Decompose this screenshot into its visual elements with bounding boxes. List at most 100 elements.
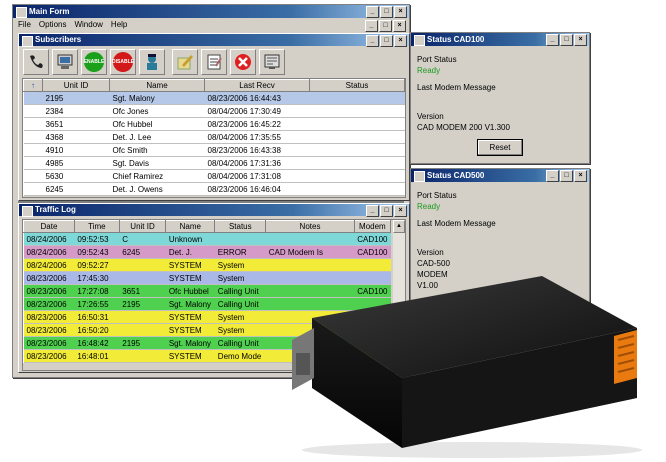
disable-icon-label: DISABLE [112,59,134,65]
col-time[interactable]: Time [73,220,120,233]
cell-time: 16:48:42 [74,336,120,350]
cell-time: 09:52:43 [74,245,120,259]
cell-name: SYSTEM [165,258,215,272]
status-cad100-titlebar[interactable]: Status CAD100 _ □ × [411,33,589,46]
cell-name: Sgt. Davis [109,156,205,170]
notes-button[interactable] [201,49,227,75]
col-name[interactable]: Name [109,79,205,92]
cell-status [309,156,405,170]
cell-name: SYSTEM [165,271,215,285]
cell-unit-id: 4910 [42,143,110,157]
subscribers-maximize-button[interactable]: □ [380,35,393,47]
status-cad500-close-button[interactable]: × [574,170,587,182]
traffic-log-minimize-button[interactable]: _ [366,205,379,217]
traffic-log-maximize-button[interactable]: □ [380,205,393,217]
cell-name: SYSTEM [165,310,215,324]
traffic-log-title: Traffic Log [35,205,76,214]
status-cad100-minimize-button[interactable]: _ [546,34,559,46]
status-cad500-maximize-button[interactable]: □ [560,170,573,182]
cell-date: 08/23/2006 [23,349,75,363]
version-label: Version [417,112,444,121]
port-status-value: Ready [417,202,441,211]
sort-indicator[interactable]: ↑ [23,79,43,92]
subscribers-title: Subscribers [35,35,82,44]
cell-unit-id [119,323,166,337]
mdi-minimize-button[interactable]: _ [365,20,378,32]
cell-unit-id [119,310,166,324]
col-modem[interactable]: Modem [353,220,392,233]
col-notes[interactable]: Notes [265,220,355,233]
dial-button[interactable] [23,49,49,75]
monitor-button[interactable] [259,49,285,75]
delete-button[interactable] [230,49,256,75]
cell-status: Calling Unit [214,336,266,350]
menu-options[interactable]: Options [39,19,67,31]
cell-status [309,117,405,131]
port-status-label: Port Status [417,55,457,64]
log-row[interactable]: 08/24/2006 09:52:43 6245 Det. J. ERROR CAD Mo… [23,245,391,259]
reset-button[interactable]: Reset [476,139,524,156]
computer-button[interactable] [52,49,78,75]
status-cad100-body: Port Status Ready Last Modem Message Ver… [411,46,589,160]
last-modem-message-label: Last Modem Message [417,83,496,92]
minimize-button[interactable]: _ [366,6,379,18]
col-status[interactable]: Status [309,79,405,92]
table-row[interactable]: 6245 Det. J. Owens 08/23/2006 16:46:04 [23,182,405,196]
table-row[interactable]: 4368 Det. J. Lee 08/04/2006 17:35:55 [23,130,405,144]
menu-file[interactable]: File [18,19,31,31]
enable-button[interactable]: ENABLE [81,49,107,75]
table-row[interactable]: 3651 Ofc Hubbel 08/23/2006 16:45:22 [23,117,405,131]
cell-time: 17:45:30 [74,271,120,285]
traffic-log-header-row: Date Time Unit ID Name Status Notes Mode… [23,220,392,233]
close-button[interactable]: × [394,6,407,18]
col-date[interactable]: Date [23,220,75,233]
cell-name: Det. J. [165,245,215,259]
col-name[interactable]: Name [165,220,216,233]
scroll-up-arrow-icon[interactable]: ▲ [393,220,405,233]
status-cad500-titlebar[interactable]: Status CAD500 _ □ × [411,169,589,182]
table-row[interactable]: 2384 Ofc Jones 08/04/2006 17:30:49 [23,104,405,118]
col-status[interactable]: Status [214,220,267,233]
traffic-log-close-button[interactable]: × [394,205,407,217]
col-unit-id[interactable]: Unit ID [118,220,167,233]
cell-name: Det. J. Lee [109,130,205,144]
main-form-titlebar[interactable]: Main Form _ □ × [13,5,409,18]
officer-button[interactable] [139,49,165,75]
cell-status [309,143,405,157]
menu-window[interactable]: Window [74,19,102,31]
cell-unit-id: 2195 [119,336,166,350]
mdi-close-button[interactable]: × [393,20,406,32]
status-cad100-close-button[interactable]: × [574,34,587,46]
status-cad500-minimize-button[interactable]: _ [546,170,559,182]
status-cad100-title: Status CAD100 [427,35,485,44]
menu-help[interactable]: Help [111,19,127,31]
cell-unit-id: 3651 [119,284,166,298]
app-icon [16,7,27,18]
cell-time: 16:50:31 [74,310,120,324]
cell-name: Unknown [165,232,215,246]
subscribers-close-button[interactable]: × [394,35,407,47]
col-unit-id[interactable]: Unit ID [42,79,110,92]
table-row[interactable]: 2195 Sgt. Malony 08/23/2006 16:44:43 [23,91,405,105]
table-row[interactable]: 5630 Chief Ramirez 08/04/2006 17:31:08 [23,169,405,183]
subscribers-titlebar[interactable]: Subscribers _ □ × [19,34,409,47]
subscribers-minimize-button[interactable]: _ [366,35,379,47]
maximize-button[interactable]: □ [380,6,393,18]
cell-time: 16:48:01 [74,349,120,363]
status-cad100-maximize-button[interactable]: □ [560,34,573,46]
disable-button[interactable]: DISABLE [110,49,136,75]
log-row[interactable]: 08/24/2006 09:52:53 C Unknown CAD100 [23,232,391,246]
table-row[interactable]: 4985 Sgt. Davis 08/04/2006 17:31:36 [23,156,405,170]
col-last-recv[interactable]: Last Recv [204,79,310,92]
mdi-restore-button[interactable]: □ [379,20,392,32]
edit-button[interactable] [172,49,198,75]
subscribers-header-row: ↑ Unit ID Name Last Recv Status [23,79,405,92]
cell-name: Chief Ramirez [109,169,205,183]
table-row[interactable]: 4910 Ofc Smith 08/23/2006 16:43:38 [23,143,405,157]
cell-status: Calling Unit [214,284,266,298]
cell-name: Sgt. Malony [109,91,205,105]
traffic-log-titlebar[interactable]: Traffic Log _ □ × [19,204,409,217]
cell-notes: CAD Modem Is [265,245,355,259]
port-status-value: Ready [417,66,441,75]
cell-unit-id: 6245 [42,182,110,196]
